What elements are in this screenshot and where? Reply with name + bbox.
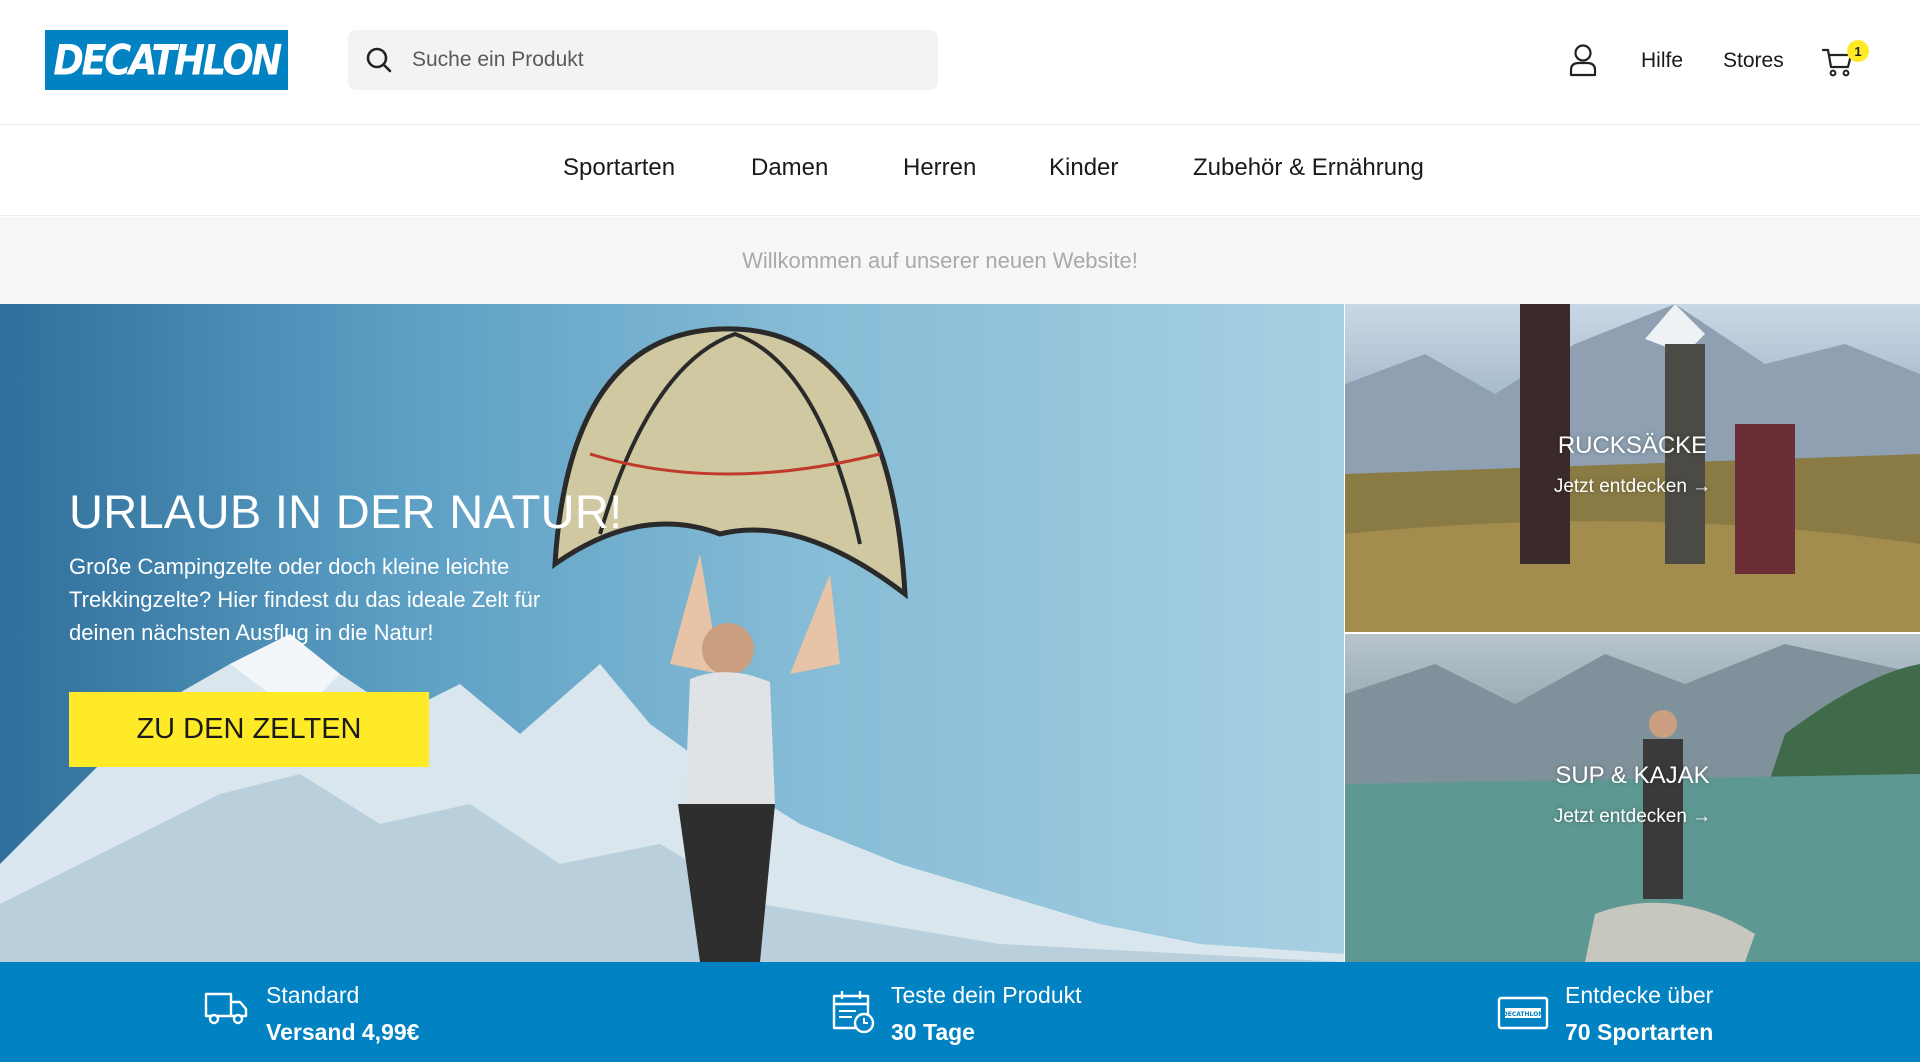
nav-item-zubehoer-ernaehrung[interactable]: Zubehör & Ernährung — [1193, 154, 1424, 182]
tile-sup-kajak-title: SUP & KAJAK — [1555, 762, 1710, 789]
benefit-sports-top: Entdecke über — [1565, 982, 1714, 1008]
search-bar[interactable] — [348, 30, 938, 90]
tile-rucksaecke-title: RUCKSÄCKE — [1557, 432, 1708, 459]
stores-link[interactable]: Stores — [1723, 49, 1784, 73]
tile-rucksaecke-link[interactable]: Jetzt entdecken → — [1345, 476, 1920, 498]
benefit-shipping-bottom: Versand 4,99€ — [266, 1019, 420, 1045]
welcome-text: Willkommen auf unserer neuen Website! — [742, 247, 1138, 273]
main-navigation: Sportarten Damen Herren Kinder Zubehör &… — [0, 126, 1920, 216]
cart-count-badge: 1 — [1847, 40, 1869, 62]
logo-text: DECATHLON — [53, 35, 282, 85]
nav-item-kinder[interactable]: Kinder — [1049, 154, 1118, 182]
nav-item-herren[interactable]: Herren — [903, 154, 976, 182]
welcome-banner: Willkommen auf unserer neuen Website! — [0, 217, 1920, 304]
tile-rucksaecke[interactable]: RUCKSÄCKE Jetzt entdecken → — [1345, 304, 1920, 632]
truck-icon — [204, 992, 248, 1025]
rucksaecke-image — [1345, 304, 1920, 632]
benefit-sports: Entdecke über 70 Sportarten — [1565, 982, 1713, 1046]
site-header: DECATHLON Hilfe Stores 1 — [0, 0, 1920, 125]
account-icon[interactable] — [1568, 43, 1598, 77]
decathlon-card-icon: DECATHLON — [1497, 996, 1549, 1030]
benefits-bar: Standard Versand 4,99€ Teste dein Produk… — [0, 962, 1920, 1062]
nav-item-damen[interactable]: Damen — [751, 154, 828, 182]
benefit-trial-top: Teste dein Produkt — [891, 982, 1082, 1008]
search-icon — [366, 47, 392, 73]
sup-kajak-image — [1345, 644, 1920, 962]
search-input[interactable] — [412, 48, 912, 72]
tile-sup-kajak-link[interactable]: Jetzt entdecken → — [1345, 806, 1920, 828]
decathlon-logo[interactable]: DECATHLON — [45, 30, 288, 90]
benefit-trial: Teste dein Produkt 30 Tage — [891, 982, 1082, 1046]
benefit-sports-bottom: 70 Sportarten — [1565, 1019, 1714, 1045]
help-link[interactable]: Hilfe — [1641, 49, 1683, 73]
hero-title: URLAUB IN DER NATUR! — [69, 485, 623, 538]
nav-item-sportarten[interactable]: Sportarten — [563, 154, 675, 182]
tile-sup-kajak[interactable]: SUP & KAJAK Jetzt entdecken → — [1345, 634, 1920, 962]
benefit-trial-bottom: 30 Tage — [891, 1019, 975, 1045]
calendar-clock-icon — [832, 991, 875, 1034]
hero-banner[interactable]: URLAUB IN DER NATUR! Große Campingzelte … — [0, 304, 1344, 962]
zu-den-zelten-button[interactable]: ZU DEN ZELTEN — [69, 692, 429, 767]
benefit-shipping-top: Standard — [266, 982, 360, 1008]
svg-text:DECATHLON: DECATHLON — [1503, 1011, 1544, 1018]
hero-description: Große Campingzelte oder doch kleine leic… — [69, 554, 541, 645]
benefit-shipping: Standard Versand 4,99€ — [266, 982, 419, 1046]
